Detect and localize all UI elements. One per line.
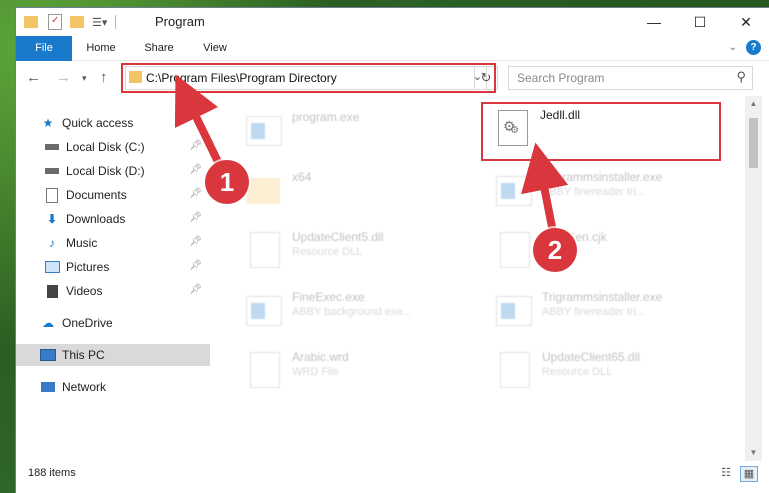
back-icon[interactable]: ← — [26, 69, 41, 86]
music-icon: ♪ — [49, 236, 55, 250]
properties-icon[interactable]: ✓ — [48, 14, 62, 30]
scroll-down-icon[interactable]: ▼ — [745, 445, 762, 461]
download-icon: ⬇ — [46, 212, 58, 226]
nav-onedrive[interactable]: ☁ OneDrive — [16, 312, 210, 334]
pin-icon[interactable]: 📌︎ — [189, 236, 202, 247]
tab-view[interactable]: View — [192, 36, 238, 60]
nav-downloads[interactable]: ⬇ Downloads 📌︎ — [16, 208, 210, 230]
search-input[interactable]: Search Program ⚲ — [508, 66, 753, 90]
file-item[interactable]: x64 — [246, 166, 486, 214]
step-badge-1: 1 — [205, 160, 249, 204]
file-item[interactable]: FineExec.exe ABBY background exe... — [246, 286, 486, 334]
pictures-icon — [44, 259, 60, 275]
pin-icon[interactable]: 📌︎ — [189, 188, 202, 199]
dll-file-highlight — [481, 102, 721, 161]
customize-icon[interactable]: ☰▾ — [92, 16, 107, 29]
app-icon — [496, 292, 532, 328]
window-title: Program — [155, 14, 205, 29]
vertical-scrollbar[interactable]: ▲ ▼ — [745, 96, 762, 461]
file-item[interactable]: Trigrammsinstaller.exe ABBY finereader t… — [496, 166, 736, 214]
tab-home[interactable]: Home — [78, 36, 124, 60]
nav-network[interactable]: Network — [16, 376, 210, 398]
file-item[interactable]: UpdateClient65.dll Resource DLL — [496, 346, 736, 394]
nav-videos[interactable]: Videos 📌︎ — [16, 280, 210, 302]
quick-access-toolbar: ✓ ☰▾ — [24, 13, 117, 31]
search-icon: ⚲ — [736, 69, 746, 84]
recent-locations-icon[interactable]: ▾ — [82, 73, 87, 84]
pin-icon[interactable]: 📌︎ — [189, 212, 202, 223]
file-item[interactable]: program.exe — [246, 106, 486, 154]
folder-icon[interactable] — [24, 16, 38, 28]
large-icons-view-icon[interactable]: ▦ — [740, 466, 758, 482]
search-placeholder: Search Program — [517, 71, 605, 85]
step-badge-2: 2 — [533, 228, 577, 272]
title-bar: ✓ ☰▾ Program — ☐ ✕ — [16, 8, 769, 36]
dll-icon — [496, 352, 532, 388]
drive-icon — [44, 163, 60, 179]
navigation-pane: ★ Quick access Local Disk (C:) 📌︎ Local … — [16, 96, 210, 466]
documents-icon — [44, 187, 60, 203]
expand-ribbon-icon[interactable]: ⌄ — [729, 42, 737, 53]
up-icon[interactable]: ↑ — [100, 69, 108, 86]
nav-local-disk-c[interactable]: Local Disk (C:) 📌︎ — [16, 136, 210, 158]
app-icon — [496, 172, 532, 208]
pin-icon[interactable]: 📌︎ — [189, 140, 202, 151]
file-item[interactable]: Trigrammsinstaller.exe ABBY finereader t… — [496, 286, 736, 334]
help-icon[interactable]: ? — [746, 40, 761, 55]
forward-icon[interactable]: → — [56, 69, 71, 86]
nav-this-pc[interactable]: This PC — [16, 344, 210, 366]
tab-share[interactable]: Share — [136, 36, 182, 60]
ribbon-tabs: File Home Share View ⌄ ? — [16, 36, 769, 84]
videos-icon — [44, 283, 60, 299]
star-icon: ★ — [42, 116, 54, 130]
close-button[interactable]: ✕ — [723, 8, 769, 36]
nav-pictures[interactable]: Pictures 📌︎ — [16, 256, 210, 278]
app-icon — [246, 292, 282, 328]
status-bar: 188 items ☷ ▦ — [16, 461, 769, 493]
divider — [115, 15, 117, 29]
file-icon — [496, 232, 532, 268]
pin-icon[interactable]: 📌︎ — [189, 284, 202, 295]
drive-icon — [44, 139, 60, 155]
computer-icon — [40, 347, 56, 363]
file-icon — [246, 352, 282, 388]
pin-icon[interactable]: 📌︎ — [189, 260, 202, 271]
nav-quick-access[interactable]: ★ Quick access — [16, 112, 210, 134]
nav-local-disk-d[interactable]: Local Disk (D:) 📌︎ — [16, 160, 210, 182]
scroll-up-icon[interactable]: ▲ — [745, 96, 762, 112]
dll-icon — [246, 232, 282, 268]
new-folder-icon[interactable] — [70, 16, 84, 28]
address-bar-highlight — [121, 63, 496, 93]
nav-music[interactable]: ♪ Music 📌︎ — [16, 232, 210, 254]
nav-documents[interactable]: Documents 📌︎ — [16, 184, 210, 206]
details-view-icon[interactable]: ☷ — [718, 466, 734, 480]
maximize-button[interactable]: ☐ — [677, 8, 723, 36]
file-item[interactable]: UpdateClient5.dll Resource DLL — [246, 226, 486, 274]
scrollbar-thumb[interactable] — [749, 118, 758, 168]
item-count: 188 items — [28, 467, 76, 479]
file-item[interactable]: FontGen.cjk — [496, 226, 736, 274]
pin-icon[interactable]: 📌︎ — [189, 164, 202, 175]
minimize-button[interactable]: — — [631, 8, 677, 36]
network-icon — [40, 379, 56, 395]
folder-icon — [246, 172, 282, 208]
cloud-icon: ☁ — [42, 316, 54, 330]
file-item[interactable]: Arabic.wrd WRD File — [246, 346, 486, 394]
exe-icon — [246, 112, 282, 148]
